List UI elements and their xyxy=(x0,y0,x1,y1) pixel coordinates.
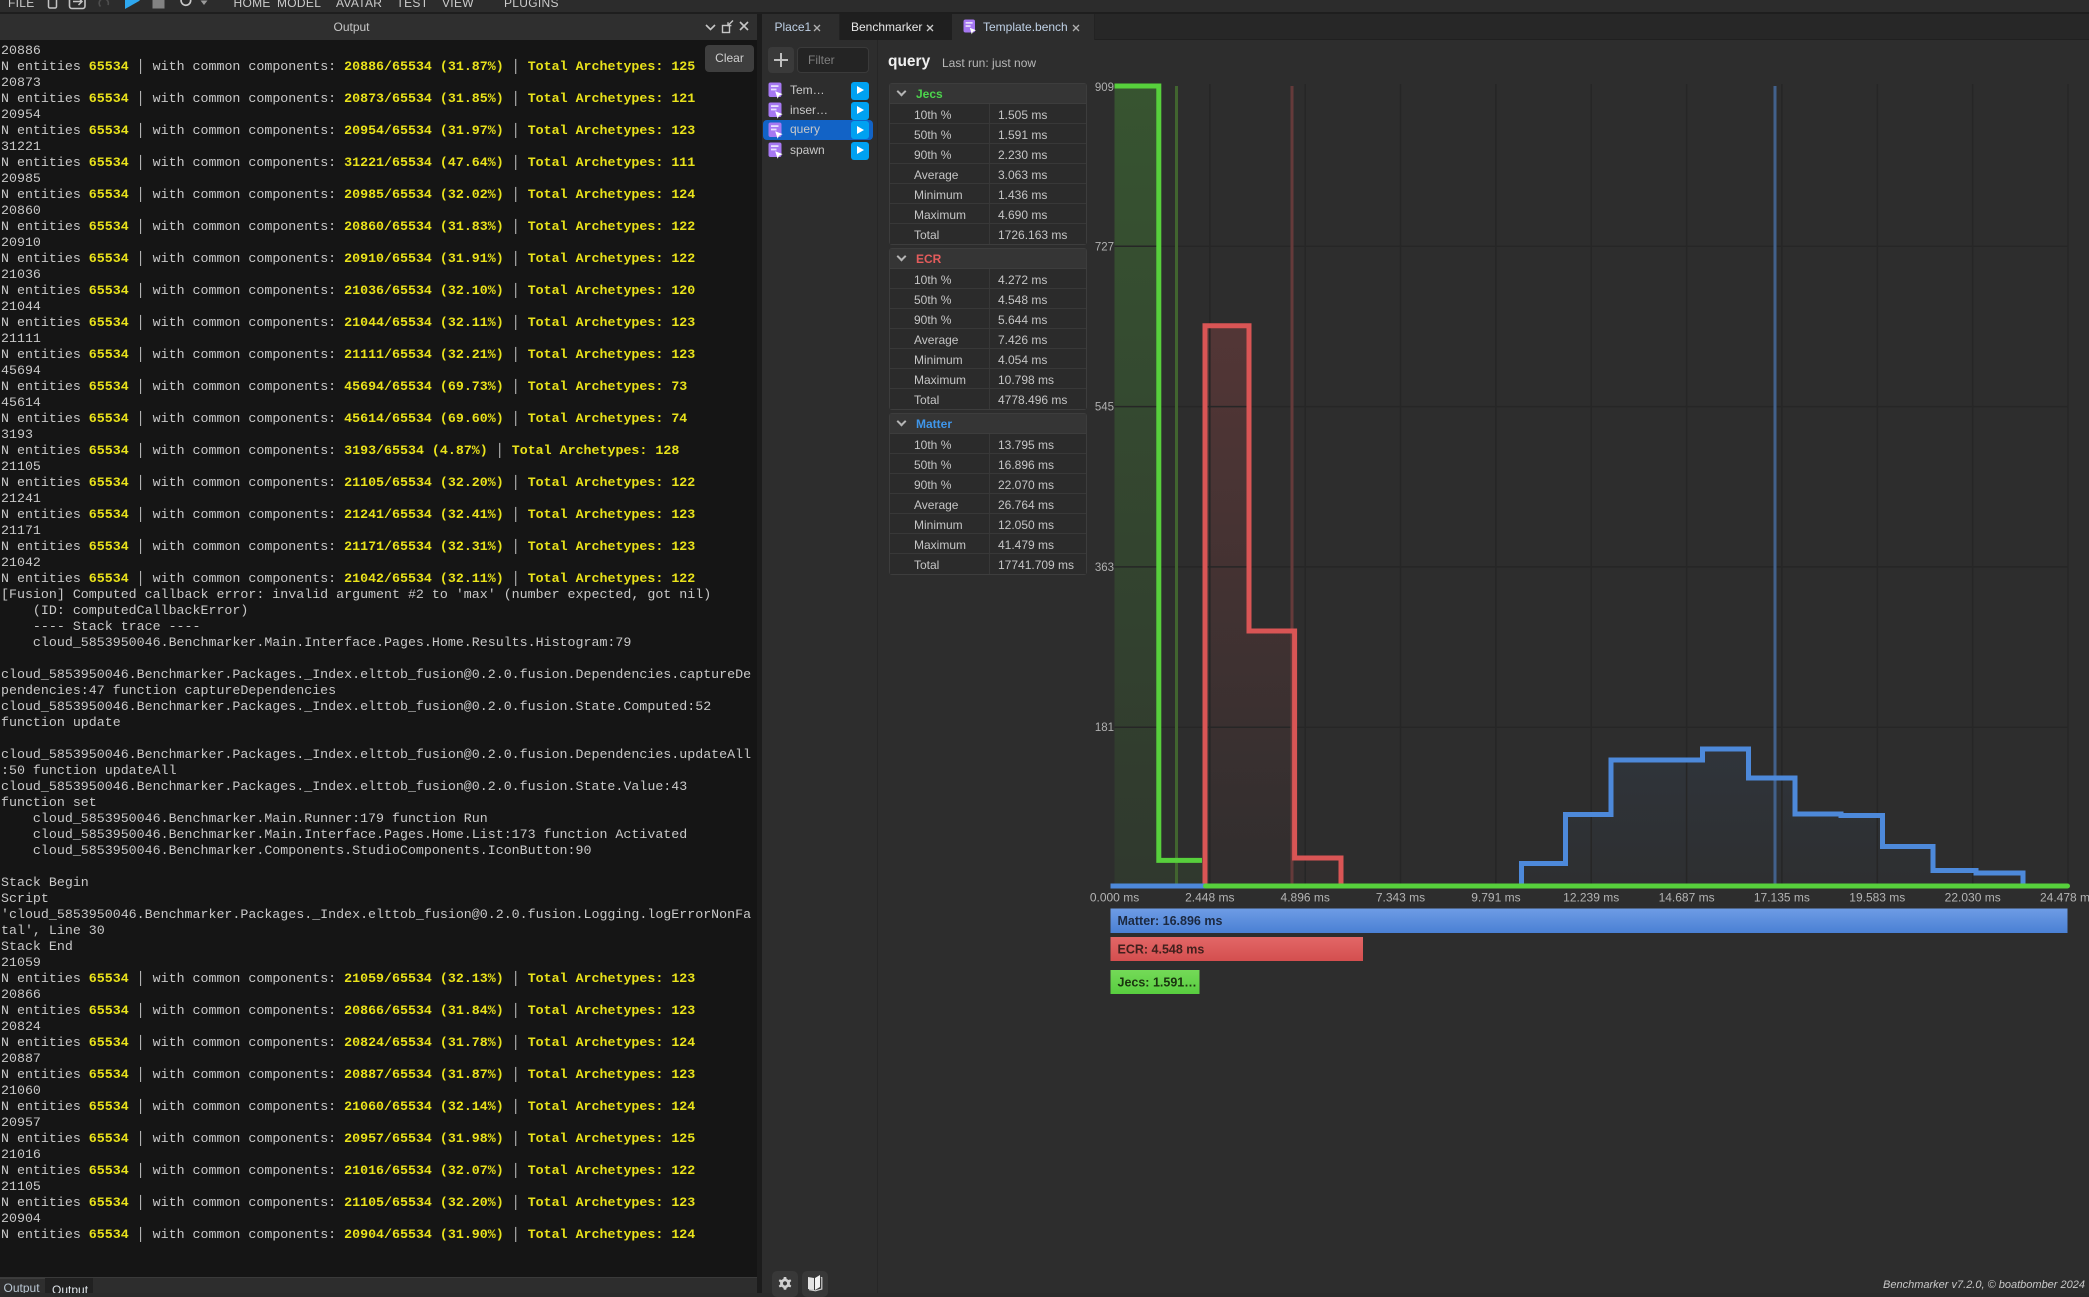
svg-text:24.478 ms: 24.478 ms xyxy=(2040,891,2089,905)
svg-text:181: 181 xyxy=(1095,722,1114,734)
svg-text:4.896 ms: 4.896 ms xyxy=(1281,891,1330,905)
svg-text:727: 727 xyxy=(1095,241,1114,253)
svg-text:Matter: 16.896 ms: Matter: 16.896 ms xyxy=(1118,914,1223,928)
svg-text:19.583 ms: 19.583 ms xyxy=(1849,891,1905,905)
svg-text:0.000 ms: 0.000 ms xyxy=(1090,891,1139,905)
svg-text:17.135 ms: 17.135 ms xyxy=(1754,891,1810,905)
svg-text:9.791 ms: 9.791 ms xyxy=(1471,891,1520,905)
svg-text:ECR: 4.548 ms: ECR: 4.548 ms xyxy=(1118,943,1205,957)
svg-text:14.687 ms: 14.687 ms xyxy=(1659,891,1715,905)
svg-text:2.448 ms: 2.448 ms xyxy=(1185,891,1234,905)
svg-text:545: 545 xyxy=(1095,402,1114,414)
svg-text:7.343 ms: 7.343 ms xyxy=(1376,891,1425,905)
svg-text:909: 909 xyxy=(1095,82,1114,94)
svg-text:22.030 ms: 22.030 ms xyxy=(1945,891,2001,905)
svg-text:12.239 ms: 12.239 ms xyxy=(1563,891,1619,905)
svg-text:363: 363 xyxy=(1095,562,1114,574)
svg-text:Jecs: 1.591…: Jecs: 1.591… xyxy=(1118,976,1197,990)
